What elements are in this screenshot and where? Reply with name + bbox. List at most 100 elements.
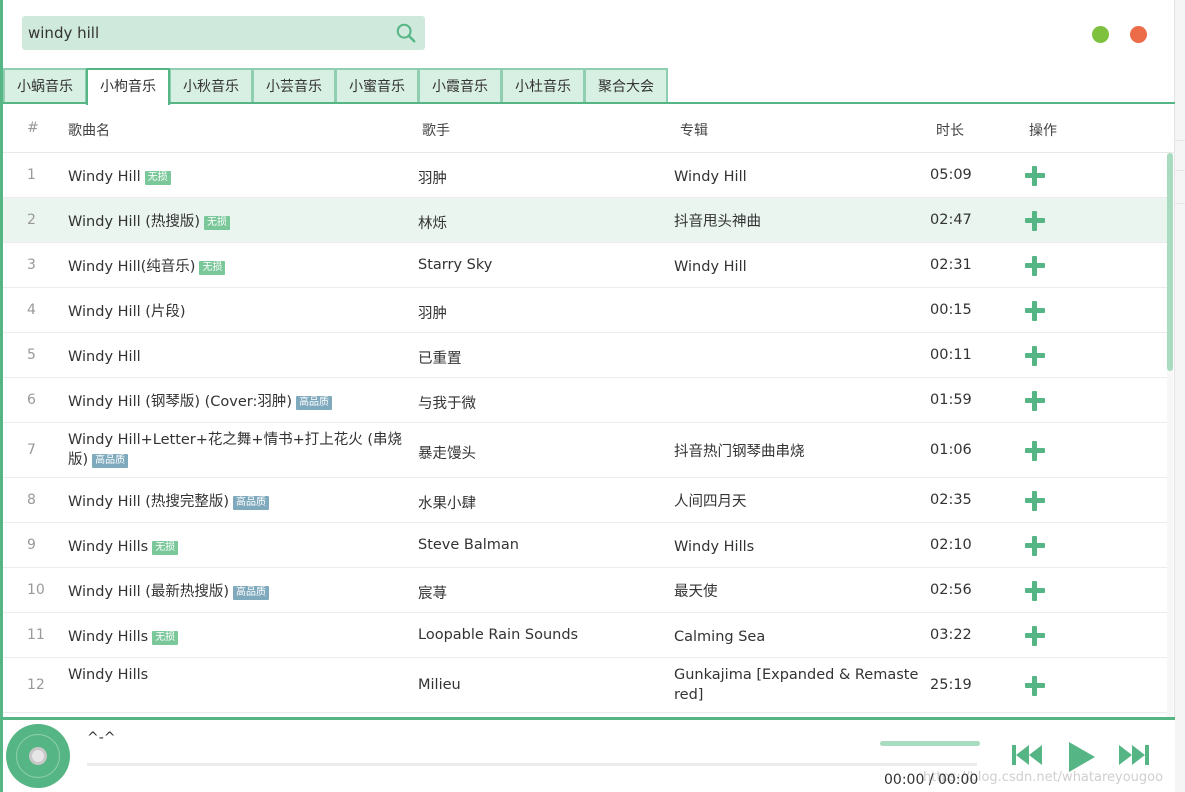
add-to-playlist-icon[interactable] bbox=[1023, 254, 1047, 278]
quality-badge: 高品质 bbox=[92, 454, 129, 468]
row-index: 9 bbox=[27, 537, 36, 553]
artist-cell: 宸荨 bbox=[418, 586, 447, 602]
song-name: Windy Hills bbox=[68, 539, 149, 555]
table-row[interactable]: 7 Windy Hill+Letter+花之舞+情书+打上花火 (串烧版) 高品质暴… bbox=[3, 423, 1167, 478]
table-row[interactable]: 6 Windy Hill (钢琴版) (Cover:羽肿) 高品质 与我于微 01:59 bbox=[3, 378, 1167, 423]
table-row[interactable]: 5 Windy Hill 已重置 00:11 bbox=[3, 333, 1167, 378]
table-row[interactable]: 2 Windy Hill (热搜版) 无损 林烁 抖音甩头神曲 02:47 bbox=[3, 198, 1167, 243]
tab-2[interactable]: 小枸音乐 bbox=[86, 68, 170, 105]
artist-cell: Loopable Rain Sounds bbox=[418, 627, 579, 643]
song-name-cell: Windy Hill (热搜版) 无损 bbox=[68, 212, 413, 232]
row-index: 3 bbox=[27, 257, 36, 273]
add-to-playlist-icon[interactable] bbox=[1023, 389, 1047, 413]
song-name-cell: Windy Hills bbox=[68, 665, 413, 685]
table-row[interactable]: 10 Windy Hill (最新热搜版) 高品质 宸荨 最天使 02:56 bbox=[3, 568, 1167, 613]
minimize-button[interactable] bbox=[1092, 26, 1109, 43]
duration-cell: 02:31 bbox=[930, 257, 972, 273]
song-name: Windy Hill bbox=[68, 349, 141, 365]
song-name: Windy Hill (片段) bbox=[68, 304, 186, 320]
add-to-playlist-icon[interactable] bbox=[1023, 579, 1047, 603]
row-index: 8 bbox=[27, 492, 36, 508]
gutter-divider bbox=[1175, 170, 1185, 171]
add-to-playlist-icon[interactable] bbox=[1023, 674, 1047, 698]
header-artist: 歌手 bbox=[422, 123, 450, 139]
search-icon[interactable] bbox=[395, 22, 417, 44]
song-name-cell: Windy Hill(纯音乐) 无损 bbox=[68, 257, 413, 277]
now-playing-title: ^-^ bbox=[87, 730, 116, 746]
duration-cell: 00:11 bbox=[930, 347, 972, 363]
artist-cell: Milieu bbox=[418, 677, 461, 693]
volume-fill bbox=[880, 741, 980, 746]
table-row[interactable]: 8 Windy Hill (热搜完整版) 高品质 水果小肆 人间四月天 02:35 bbox=[3, 478, 1167, 523]
add-to-playlist-icon[interactable] bbox=[1023, 489, 1047, 513]
song-name: Windy Hill (钢琴版) (Cover:羽肿) bbox=[68, 394, 293, 410]
add-to-playlist-icon[interactable] bbox=[1023, 299, 1047, 323]
header-song-name: 歌曲名 bbox=[68, 123, 110, 139]
add-to-playlist-icon[interactable] bbox=[1023, 534, 1047, 558]
table-row[interactable]: 12 Windy Hills Milieu Gunkajima [Expanded &… bbox=[3, 658, 1167, 713]
album-cell: Calming Sea bbox=[674, 629, 766, 645]
duration-cell: 05:09 bbox=[930, 167, 972, 183]
table-row[interactable]: 3 Windy Hill(纯音乐) 无损 Starry Sky Windy Hill 02… bbox=[3, 243, 1167, 288]
artist-cell: 羽肿 bbox=[418, 306, 447, 322]
table-row[interactable]: 11 Windy Hills 无损 Loopable Rain Sounds Calmi… bbox=[3, 613, 1167, 658]
artist-cell: 暴走馒头 bbox=[418, 446, 476, 462]
table-row[interactable]: 1 Windy Hill 无损 羽肿 Windy Hill 05:09 bbox=[3, 153, 1167, 198]
album-cell: Windy Hill bbox=[674, 169, 747, 185]
artist-cell: 已重置 bbox=[418, 351, 462, 367]
player-bar: ^-^ https://blog.csdn.net/whatareyougoo … bbox=[3, 720, 1175, 792]
artist-cell: Starry Sky bbox=[418, 257, 493, 273]
song-name-cell: Windy Hill (片段) bbox=[68, 302, 413, 322]
next-track-icon[interactable] bbox=[1115, 741, 1151, 769]
search-input[interactable] bbox=[22, 16, 392, 50]
row-index: 10 bbox=[27, 582, 45, 598]
add-to-playlist-icon[interactable] bbox=[1023, 209, 1047, 233]
song-name: Windy Hill (最新热搜版) bbox=[68, 584, 230, 600]
progress-bar[interactable] bbox=[87, 763, 977, 766]
header-index: # bbox=[27, 120, 39, 136]
row-index: 6 bbox=[27, 392, 36, 408]
artist-cell: 与我于微 bbox=[418, 396, 476, 412]
artist-cell: 林烁 bbox=[418, 216, 447, 232]
album-disc-icon bbox=[6, 724, 70, 788]
tab-1[interactable]: 小蜗音乐 bbox=[3, 68, 87, 103]
row-index: 2 bbox=[27, 212, 36, 228]
add-to-playlist-icon[interactable] bbox=[1023, 439, 1047, 463]
duration-cell: 01:59 bbox=[930, 392, 972, 408]
tab-7[interactable]: 小杜音乐 bbox=[501, 68, 585, 103]
quality-badge: 无损 bbox=[204, 216, 231, 230]
artist-cell: Steve Balman bbox=[418, 537, 519, 553]
song-name-cell: Windy Hills 无损 bbox=[68, 537, 413, 557]
row-index: 11 bbox=[27, 627, 45, 643]
quality-badge: 无损 bbox=[144, 171, 171, 185]
volume-slider[interactable] bbox=[880, 741, 980, 746]
previous-track-icon[interactable] bbox=[1010, 741, 1046, 769]
tab-6[interactable]: 小霞音乐 bbox=[418, 68, 502, 103]
quality-badge: 高品质 bbox=[233, 586, 270, 600]
background-window-edge bbox=[1175, 0, 1185, 792]
duration-cell: 25:19 bbox=[930, 677, 972, 693]
song-name-cell: Windy Hill bbox=[68, 347, 413, 367]
artist-cell: 水果小肆 bbox=[418, 496, 476, 512]
row-index: 1 bbox=[27, 167, 36, 183]
add-to-playlist-icon[interactable] bbox=[1023, 624, 1047, 648]
tab-4[interactable]: 小芸音乐 bbox=[252, 68, 336, 103]
add-to-playlist-icon[interactable] bbox=[1023, 164, 1047, 188]
play-icon[interactable] bbox=[1065, 741, 1097, 773]
song-name: Windy Hill bbox=[68, 169, 141, 185]
gutter-divider bbox=[1175, 140, 1185, 204]
add-to-playlist-icon[interactable] bbox=[1023, 344, 1047, 368]
scrollbar-thumb[interactable] bbox=[1167, 153, 1173, 371]
tab-8[interactable]: 聚合大会 bbox=[584, 68, 668, 103]
duration-cell: 00:15 bbox=[930, 302, 972, 318]
close-button[interactable] bbox=[1130, 26, 1147, 43]
list-scrollbar[interactable] bbox=[1167, 153, 1173, 718]
tab-3[interactable]: 小秋音乐 bbox=[169, 68, 253, 103]
header-album: 专辑 bbox=[680, 123, 708, 139]
search-bar bbox=[22, 16, 425, 50]
tab-5[interactable]: 小蜜音乐 bbox=[335, 68, 419, 103]
row-index: 4 bbox=[27, 302, 36, 318]
duration-cell: 01:06 bbox=[930, 442, 972, 458]
table-row[interactable]: 4 Windy Hill (片段) 羽肿 00:15 bbox=[3, 288, 1167, 333]
table-row[interactable]: 9 Windy Hills 无损 Steve Balman Windy Hills 02:… bbox=[3, 523, 1167, 568]
